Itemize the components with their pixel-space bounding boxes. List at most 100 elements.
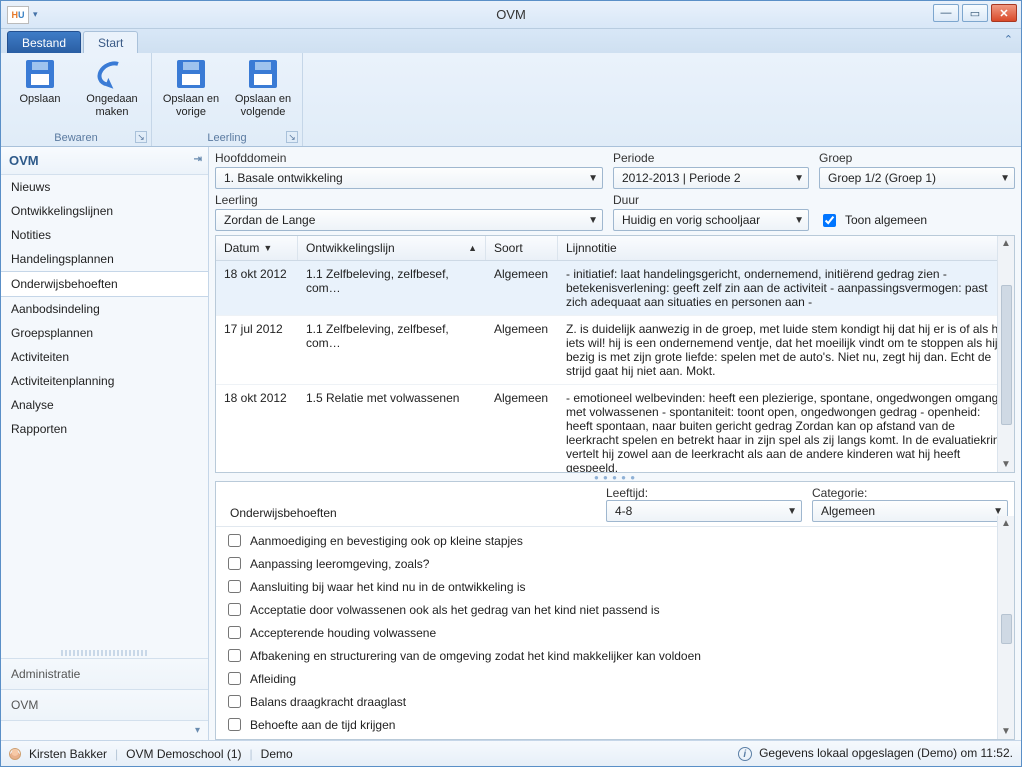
leeftijd-label: Leeftijd: (606, 486, 648, 500)
need-item[interactable]: Behoefte aan de tijd krijgen (222, 713, 1014, 736)
maximize-button[interactable]: ▭ (962, 4, 988, 22)
scroll-thumb[interactable] (1001, 614, 1012, 644)
need-checkbox[interactable] (228, 557, 241, 570)
toon-algemeen-checkbox[interactable]: Toon algemeen (819, 209, 1015, 231)
need-checkbox[interactable] (228, 534, 241, 547)
col-lijnnotitie[interactable]: Lijnnotitie (558, 236, 1014, 260)
close-button[interactable]: ✕ (991, 4, 1017, 22)
need-item[interactable]: Aanpassing leeromgeving, zoals? (222, 552, 1014, 575)
need-item[interactable]: Accepterende houding volwassene (222, 621, 1014, 644)
opslaan-en-vorige-button[interactable]: Opslaan en vorige (160, 57, 222, 118)
need-checkbox[interactable] (228, 695, 241, 708)
ribbon-collapse-icon[interactable]: ⌃ (1004, 33, 1013, 46)
col-ontwikkelingslijn[interactable]: Ontwikkelingslijn▲ (298, 236, 486, 260)
app-icon: HU (7, 6, 29, 24)
minimize-button[interactable]: — (933, 4, 959, 22)
opslaan-en-volgende-button[interactable]: Opslaan en volgende (232, 57, 294, 118)
sidebar-overflow-icon[interactable]: ▾ (1, 720, 208, 740)
cell-datum: 17 jul 2012 (216, 316, 298, 384)
need-item[interactable]: Afbakening en structurering van de omgev… (222, 644, 1014, 667)
sidebar-item[interactable]: Activiteitenplanning (1, 369, 208, 393)
ongedaan-maken-button[interactable]: Ongedaan maken (81, 57, 143, 118)
sidebar-item[interactable]: Aanbodsindeling (1, 297, 208, 321)
sidebar-item[interactable]: Ontwikkelingslijnen (1, 199, 208, 223)
sidebar-item[interactable]: Handelingsplannen (1, 247, 208, 271)
need-checkbox[interactable] (228, 580, 241, 593)
notities-grid: Datum▼ Ontwikkelingslijn▲ Soort Lijnnoti… (215, 235, 1015, 473)
group-dialog-launcher-icon[interactable]: ↘ (135, 131, 147, 143)
opslaan-label: Opslaan (20, 93, 61, 106)
chevron-down-icon: ▼ (787, 506, 797, 517)
ribbon-tab-start[interactable]: Start (83, 31, 138, 53)
leeftijd-combo[interactable]: 4-8 ▼ (606, 500, 802, 522)
sidebar-item[interactable]: Analyse (1, 393, 208, 417)
cell-ontwikkelingslijn: 1.1 Zelfbeleving, zelfbesef, com… (298, 261, 486, 315)
col-datum[interactable]: Datum▼ (216, 236, 298, 260)
need-label: Afleiding (250, 672, 296, 686)
sidebar-item[interactable]: Groepsplannen (1, 321, 208, 345)
need-label: Behoefte aan de tijd krijgen (250, 718, 395, 732)
chevron-down-icon: ▼ (794, 215, 804, 226)
categorie-combo[interactable]: Algemeen ▼ (812, 500, 1008, 522)
need-label: Balans draagkracht draaglast (250, 695, 406, 709)
need-item[interactable]: Acceptatie door volwassenen ook als het … (222, 598, 1014, 621)
table-row[interactable]: 17 jul 20121.1 Zelfbeleving, zelfbesef, … (216, 316, 1014, 385)
need-checkbox[interactable] (228, 603, 241, 616)
sidebar-item[interactable]: Activiteiten (1, 345, 208, 369)
sidebar-header: OVM ⇥ (1, 147, 208, 175)
panel-title: Onderwijsbehoeften (222, 500, 596, 522)
need-item[interactable]: Balans draagkracht draaglast (222, 690, 1014, 713)
next-label: Opslaan en volgende (232, 93, 294, 118)
status-bar: Kirsten Bakker | OVM Demoschool (1) | De… (1, 740, 1021, 766)
sidebar-item[interactable]: Notities (1, 223, 208, 247)
ribbon-group-leerling: Opslaan en vorige Opslaan en volgende Le… (152, 53, 303, 146)
need-checkbox[interactable] (228, 672, 241, 685)
need-checkbox[interactable] (228, 718, 241, 731)
cell-lijnnotitie: Z. is duidelijk aanwezig in de groep, me… (558, 316, 1014, 384)
sidebar-item[interactable]: Rapporten (1, 417, 208, 441)
grid-scrollbar[interactable]: ▲ ▼ (997, 236, 1014, 472)
sort-asc-icon: ▲ (468, 243, 477, 253)
window-title: OVM (1, 7, 1021, 22)
sort-desc-icon: ▼ (263, 243, 272, 253)
sidebar-item[interactable]: Onderwijsbehoeften (1, 271, 208, 297)
needs-list[interactable]: Aanmoediging en bevestiging ook op klein… (216, 527, 1014, 739)
grid-body[interactable]: 18 okt 20121.1 Zelfbeleving, zelfbesef, … (216, 261, 1014, 472)
duur-combo[interactable]: Huidig en vorig schooljaar ▼ (613, 209, 809, 231)
scroll-down-icon[interactable]: ▼ (1001, 724, 1011, 739)
table-row[interactable]: 18 okt 20121.5 Relatie met volwassenenAl… (216, 385, 1014, 472)
scroll-up-icon[interactable]: ▲ (1001, 236, 1011, 251)
qat-dropdown-icon[interactable]: ▾ (33, 9, 38, 20)
need-checkbox[interactable] (228, 649, 241, 662)
need-item[interactable]: Aanmoediging en bevestiging ook op klein… (222, 529, 1014, 552)
opslaan-button[interactable]: Opslaan (9, 57, 71, 118)
prev-label: Opslaan en vorige (160, 93, 222, 118)
sidebar-section-ovm[interactable]: OVM (1, 689, 208, 720)
needs-scrollbar[interactable]: ▲ ▼ (997, 516, 1014, 739)
undo-icon (93, 57, 130, 91)
hoofddomein-combo[interactable]: 1. Basale ontwikkeling ▼ (215, 167, 603, 189)
need-item[interactable]: Afleiding (222, 667, 1014, 690)
need-label: Aanpassing leeromgeving, zoals? (250, 557, 429, 571)
sidebar-item[interactable]: Nieuws (1, 175, 208, 199)
need-checkbox[interactable] (228, 626, 241, 639)
groep-combo[interactable]: Groep 1/2 (Groep 1) ▼ (819, 167, 1015, 189)
scroll-up-icon[interactable]: ▲ (1001, 516, 1011, 531)
scroll-thumb[interactable] (1001, 285, 1012, 425)
table-row[interactable]: 18 okt 20121.1 Zelfbeleving, zelfbesef, … (216, 261, 1014, 316)
title-bar: HU ▾ OVM — ▭ ✕ (1, 1, 1021, 29)
ribbon-tab-bestand[interactable]: Bestand (7, 31, 81, 53)
scroll-down-icon[interactable]: ▼ (1001, 457, 1011, 472)
need-item[interactable]: Aansluiting bij waar het kind nu in de o… (222, 575, 1014, 598)
periode-combo[interactable]: 2012-2013 | Periode 2 ▼ (613, 167, 809, 189)
info-icon: i (738, 747, 752, 761)
chevron-down-icon: ▼ (588, 173, 598, 184)
pin-icon[interactable]: ⇥ (194, 154, 202, 165)
sidebar-splitter[interactable] (61, 650, 148, 656)
col-soort[interactable]: Soort (486, 236, 558, 260)
need-label: Acceptatie door volwassenen ook als het … (250, 603, 660, 617)
horizontal-splitter[interactable]: ● ● ● ● ● (215, 473, 1015, 481)
sidebar-section-administratie[interactable]: Administratie (1, 658, 208, 689)
group-dialog-launcher-icon[interactable]: ↘ (286, 131, 298, 143)
leerling-combo[interactable]: Zordan de Lange ▼ (215, 209, 603, 231)
